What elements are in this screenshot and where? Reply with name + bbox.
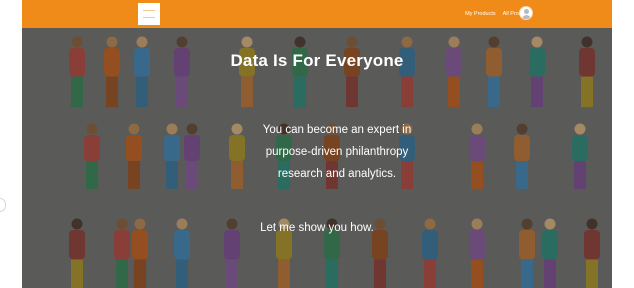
user-avatar-icon[interactable] [519, 6, 533, 20]
page-edge-handle [0, 198, 6, 212]
hero-call-to-action: Let me show you how. [260, 222, 374, 234]
nav-my-products[interactable]: My Products [465, 7, 496, 21]
hero-line: research and analytics. [277, 168, 397, 180]
top-navigation-bar: My Products All Products [22, 0, 612, 28]
logo-icon[interactable] [138, 3, 160, 25]
landing-page: My Products All Products Data Is For Eve… [22, 0, 612, 288]
hero-title: Data Is For Everyone [230, 51, 404, 70]
hero-line: You can become an expert in [262, 124, 412, 136]
hero-description: You can become an expert in purpose-driv… [217, 119, 457, 185]
hero-line: purpose-driven philanthropy [265, 146, 409, 158]
